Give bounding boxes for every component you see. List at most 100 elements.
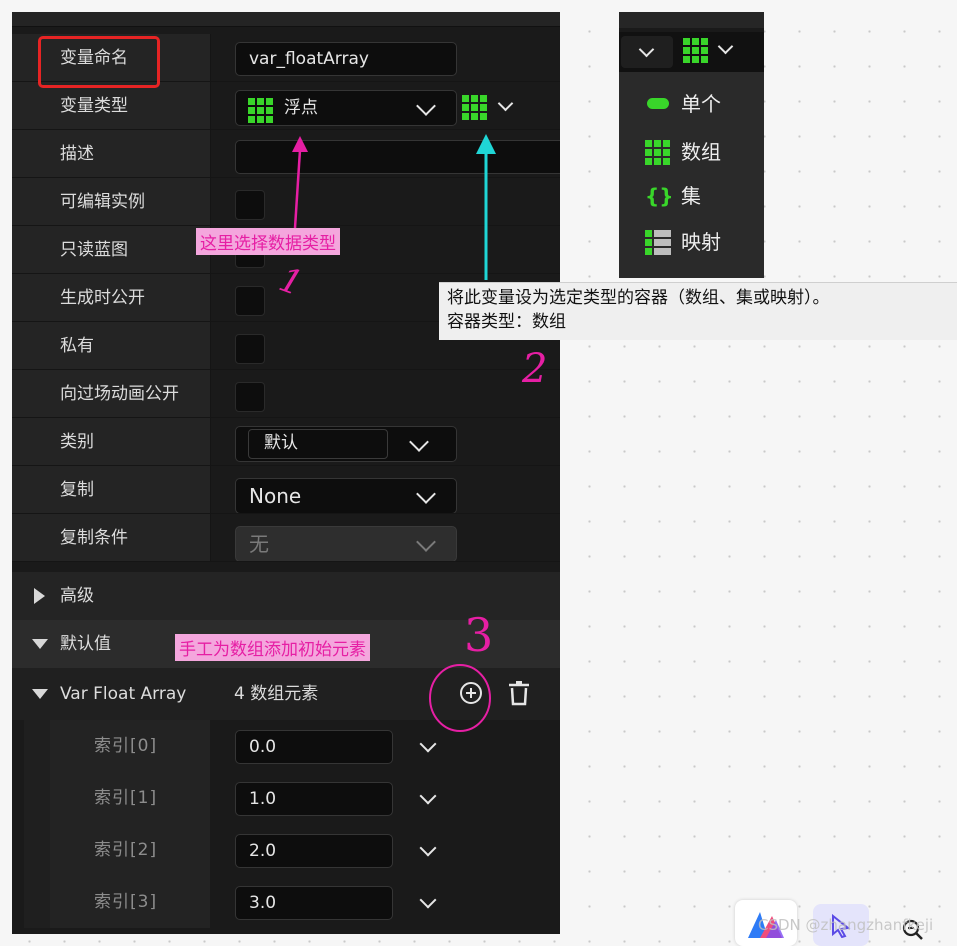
delete-all-button[interactable] bbox=[507, 680, 531, 706]
label-replication: 复制 bbox=[60, 480, 94, 500]
array-element-count: 4 数组元素 bbox=[234, 684, 319, 704]
row-editable-instance: 可编辑实例 bbox=[12, 178, 560, 226]
expose-to-cinematics-checkbox[interactable] bbox=[235, 382, 265, 412]
chevron-down-icon[interactable] bbox=[419, 735, 437, 753]
container-type-button[interactable] bbox=[460, 92, 518, 124]
replication-condition-value: 无 bbox=[249, 532, 269, 556]
chevron-down-icon[interactable] bbox=[419, 891, 437, 909]
container-tooltip: 将此变量设为选定类型的容器（数组、集或映射）。 容器类型：数组 bbox=[439, 282, 957, 340]
array-index-label: 索引[1] bbox=[94, 788, 158, 808]
array-index-label: 索引[3] bbox=[94, 892, 158, 912]
variable-name-value: var_floatArray bbox=[249, 49, 369, 69]
tooltip-line-1: 将此变量设为选定类型的容器（数组、集或映射）。 bbox=[447, 288, 830, 308]
collapse-arrow-icon[interactable] bbox=[32, 689, 48, 699]
chevron-down-icon[interactable] bbox=[419, 839, 437, 857]
collapse-arrow-icon bbox=[32, 639, 48, 649]
chevron-down-icon[interactable] bbox=[419, 787, 437, 805]
container-type-popup: 单个 数组 {} 集 映射 bbox=[619, 12, 764, 278]
add-element-button[interactable] bbox=[459, 681, 483, 705]
label-editable-instance: 可编辑实例 bbox=[60, 192, 145, 212]
array-container-grid-icon bbox=[462, 95, 487, 120]
label-variable-type: 变量类型 bbox=[60, 96, 128, 116]
row-category: 类别 默认 bbox=[12, 418, 560, 466]
popup-type-bar bbox=[619, 32, 764, 72]
tooltip-line-2: 容器类型：数组 bbox=[447, 312, 566, 332]
label-private: 私有 bbox=[60, 336, 94, 356]
section-advanced[interactable]: 高级 bbox=[12, 572, 560, 620]
float-type-grid-icon bbox=[248, 98, 273, 123]
set-braces-icon: {} bbox=[645, 184, 674, 208]
annotation-choose-type: 这里选择数据类型 bbox=[196, 228, 340, 255]
variable-name-input[interactable]: var_floatArray bbox=[235, 42, 457, 76]
array-element-row-1: 索引[1] 1.0 bbox=[12, 772, 560, 824]
trash-icon bbox=[509, 681, 529, 706]
chevron-down-icon bbox=[416, 484, 436, 504]
row-replication-condition: 复制条件 无 bbox=[12, 514, 560, 562]
chevron-down-icon bbox=[638, 41, 655, 58]
replication-condition-dropdown[interactable]: 无 bbox=[235, 526, 457, 562]
array-property-label: Var Float Array bbox=[60, 684, 187, 704]
category-combo[interactable]: 默认 bbox=[235, 426, 457, 462]
row-variable-type: 变量类型 浮点 bbox=[12, 82, 560, 130]
section-advanced-label: 高级 bbox=[60, 586, 94, 606]
plus-circle-icon bbox=[460, 682, 482, 704]
row-expose-to-cinematics: 向过场动画公开 bbox=[12, 370, 560, 418]
menu-item-set[interactable]: {} 集 bbox=[619, 176, 764, 216]
chevron-down-icon bbox=[416, 532, 436, 552]
label-readonly-blueprint: 只读蓝图 bbox=[60, 240, 128, 260]
menu-label-set: 集 bbox=[681, 184, 701, 208]
label-category: 类别 bbox=[60, 432, 94, 452]
menu-label-map: 映射 bbox=[681, 230, 721, 254]
array-element-input[interactable]: 0.0 bbox=[235, 730, 393, 764]
menu-label-array: 数组 bbox=[681, 140, 721, 164]
menu-item-array[interactable]: 数组 bbox=[619, 132, 764, 172]
popup-array-grid-icon bbox=[683, 38, 708, 63]
annotation-add-elements: 手工为数组添加初始元素 bbox=[175, 634, 370, 661]
variable-type-dropdown[interactable]: 浮点 bbox=[235, 90, 457, 126]
private-checkbox[interactable] bbox=[235, 334, 265, 364]
label-expose-to-cinematics: 向过场动画公开 bbox=[60, 384, 179, 404]
replication-value: None bbox=[249, 484, 302, 508]
details-panel: 变量命名 var_floatArray 变量类型 浮点 描述 可编辑实例 只读蓝… bbox=[12, 12, 560, 934]
row-description: 描述 bbox=[12, 130, 560, 178]
array-element-row-0: 索引[0] 0.0 bbox=[12, 720, 560, 772]
array-element-input[interactable]: 3.0 bbox=[235, 886, 393, 920]
category-input[interactable]: 默认 bbox=[248, 429, 388, 459]
array-index-label: 索引[2] bbox=[94, 840, 158, 860]
variable-name-highlight bbox=[38, 36, 160, 88]
array-element-row-2: 索引[2] 2.0 bbox=[12, 824, 560, 876]
chevron-down-icon bbox=[416, 96, 436, 116]
array-element-value: 1.0 bbox=[249, 789, 277, 809]
replication-dropdown[interactable]: None bbox=[235, 478, 457, 514]
row-replication: 复制 None bbox=[12, 466, 560, 514]
map-list-icon bbox=[645, 230, 671, 256]
panel-top-bar bbox=[12, 12, 560, 27]
label-expose-on-spawn: 生成时公开 bbox=[60, 288, 145, 308]
menu-item-map[interactable]: 映射 bbox=[619, 222, 764, 262]
expand-arrow-icon bbox=[34, 588, 45, 604]
expose-on-spawn-checkbox[interactable] bbox=[235, 286, 265, 316]
array-element-value: 2.0 bbox=[249, 841, 277, 861]
array-element-row-3: 索引[3] 3.0 bbox=[12, 876, 560, 928]
variable-type-value: 浮点 bbox=[284, 98, 318, 118]
chevron-down-icon bbox=[497, 95, 514, 112]
array-element-value: 0.0 bbox=[249, 737, 277, 757]
category-value: 默认 bbox=[264, 433, 298, 453]
array-element-value: 3.0 bbox=[249, 893, 277, 913]
editable-instance-checkbox[interactable] bbox=[235, 190, 265, 220]
chevron-down-icon bbox=[717, 38, 734, 55]
csdn-watermark: CSDN @zhangzhanfkeji bbox=[758, 916, 934, 934]
chevron-down-icon bbox=[409, 432, 429, 452]
array-index-label: 索引[0] bbox=[94, 736, 158, 756]
label-description: 描述 bbox=[60, 144, 94, 164]
array-grid-icon bbox=[645, 140, 670, 165]
menu-label-single: 单个 bbox=[681, 92, 721, 116]
array-element-input[interactable]: 1.0 bbox=[235, 782, 393, 816]
menu-item-single[interactable]: 单个 bbox=[619, 84, 764, 124]
array-element-input[interactable]: 2.0 bbox=[235, 834, 393, 868]
label-replication-condition: 复制条件 bbox=[60, 528, 128, 548]
section-default-value-label: 默认值 bbox=[60, 634, 111, 654]
description-input[interactable] bbox=[235, 140, 560, 174]
popup-type-dropdown[interactable] bbox=[621, 36, 673, 68]
row-var-float-array: Var Float Array 4 数组元素 bbox=[12, 668, 560, 720]
